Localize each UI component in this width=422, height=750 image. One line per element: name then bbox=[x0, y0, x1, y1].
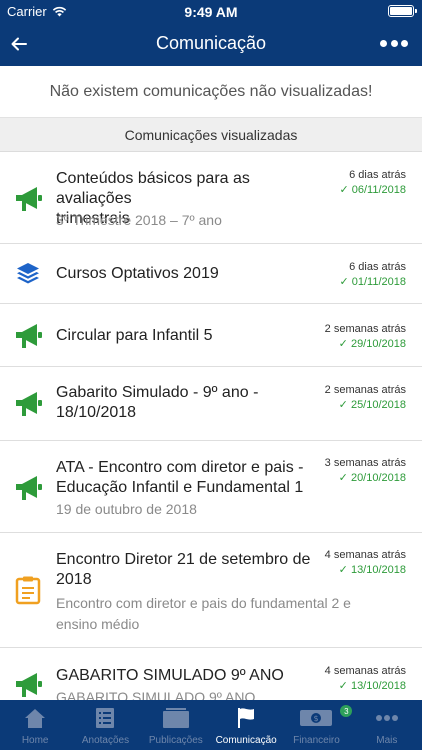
section-header: Comunicações visualizadas bbox=[0, 118, 422, 152]
list-item[interactable]: Encontro Diretor 21 de setembro de 2018 … bbox=[0, 533, 422, 648]
item-meta: 6 dias atrás ✓ 06/11/2018 bbox=[339, 168, 406, 198]
time-ago: 3 semanas atrás bbox=[324, 457, 406, 469]
list-item[interactable]: Gabarito Simulado - 9º ano - 18/10/2018 … bbox=[0, 367, 422, 441]
more-options-button[interactable] bbox=[380, 35, 408, 51]
clock: 9:49 AM bbox=[184, 4, 238, 20]
tab-label: Home bbox=[21, 735, 49, 746]
tab-label: Anotações bbox=[81, 735, 130, 746]
megaphone-icon bbox=[13, 321, 43, 351]
top-bar: Carrier 9:49 AM Comunicação bbox=[0, 0, 422, 66]
item-meta: 4 semanas atrás ✓ 13/10/2018 bbox=[325, 664, 406, 694]
item-subtitle: Encontro com diretor e pais do fundament… bbox=[56, 595, 351, 632]
tab-financeiro[interactable]: $ 3 Financeiro bbox=[281, 700, 353, 750]
dot-icon bbox=[401, 39, 408, 47]
tab-bar: Home Anotações Publicações Comunicação $… bbox=[0, 700, 422, 750]
layers-icon bbox=[13, 258, 43, 288]
time-ago: 2 semanas atrás bbox=[324, 384, 406, 396]
time-ago: 4 semanas atrás bbox=[324, 549, 406, 561]
time-ago: 6 dias atrás bbox=[349, 261, 406, 273]
item-meta: 2 semanas atrás ✓ 29/10/2018 bbox=[325, 322, 406, 352]
no-unread-message: Não existem comunicações não visualizada… bbox=[0, 66, 422, 118]
list-item[interactable]: Circular para Infantil 5 2 semanas atrás… bbox=[0, 304, 422, 367]
item-title: ATA - Encontro com diretor e pais - Educ… bbox=[56, 459, 304, 496]
item-title: Encontro Diretor 21 de setembro de 2018 bbox=[56, 551, 311, 588]
status-bar: Carrier 9:49 AM bbox=[0, 0, 422, 22]
item-title: Circular para Infantil 5 bbox=[56, 327, 213, 344]
item-subtitle: 19 de outubro de 2018 bbox=[56, 501, 197, 517]
tab-label: Comunicação bbox=[215, 735, 277, 746]
tab-comunicacao[interactable]: Comunicação bbox=[211, 700, 281, 750]
list-item[interactable]: Conteúdos básicos para as avaliações tri… bbox=[0, 152, 422, 244]
svg-text:$: $ bbox=[314, 714, 319, 723]
home-icon bbox=[25, 709, 46, 728]
money-icon: $ bbox=[300, 710, 333, 726]
item-meta: 2 semanas atrás ✓ 25/10/2018 bbox=[325, 383, 406, 413]
megaphone-icon bbox=[13, 184, 43, 214]
notes-icon bbox=[96, 708, 115, 728]
list-item[interactable]: Cursos Optativos 2019 6 dias atrás ✓ 01/… bbox=[0, 244, 422, 304]
list-item[interactable]: GABARITO SIMULADO 9º ANO GABARITO SIMULA… bbox=[0, 648, 422, 700]
megaphone-icon bbox=[13, 670, 43, 700]
read-date: ✓ 13/10/2018 bbox=[338, 564, 406, 576]
battery-icon bbox=[388, 5, 417, 17]
clipboard-icon bbox=[13, 575, 43, 605]
item-meta: 6 dias atrás ✓ 01/11/2018 bbox=[339, 260, 406, 290]
notification-badge: 3 bbox=[340, 705, 353, 717]
tab-mais[interactable]: Mais bbox=[352, 700, 422, 750]
tab-label: Publicações bbox=[148, 735, 203, 746]
page-title: Comunicação bbox=[155, 33, 267, 53]
read-date: ✓ 29/10/2018 bbox=[338, 338, 406, 350]
tab-anotacoes[interactable]: Anotações bbox=[70, 700, 140, 750]
flag-icon bbox=[238, 708, 255, 728]
tab-home[interactable]: Home bbox=[0, 700, 70, 750]
read-date: ✓ 20/10/2018 bbox=[338, 472, 406, 484]
read-date: ✓ 13/10/2018 bbox=[338, 680, 406, 692]
read-date: ✓ 01/11/2018 bbox=[339, 276, 406, 288]
item-meta: 4 semanas atrás ✓ 13/10/2018 bbox=[325, 548, 406, 578]
item-title: GABARITO SIMULADO 9º ANO bbox=[56, 667, 284, 684]
read-date: ✓ 25/10/2018 bbox=[338, 399, 406, 411]
tab-label: Financeiro bbox=[293, 735, 340, 746]
read-date: ✓ 06/11/2018 bbox=[339, 184, 406, 196]
time-ago: 6 dias atrás bbox=[349, 169, 406, 181]
dot-icon bbox=[380, 39, 387, 47]
time-ago: 2 semanas atrás bbox=[324, 323, 406, 335]
megaphone-icon bbox=[13, 473, 43, 503]
tab-label: Mais bbox=[376, 735, 398, 746]
megaphone-icon bbox=[13, 389, 43, 419]
more-icon bbox=[375, 715, 398, 721]
time-ago: 4 semanas atrás bbox=[324, 665, 406, 677]
item-meta: 3 semanas atrás ✓ 20/10/2018 bbox=[325, 456, 406, 486]
item-subtitle: 3º Trimestre 2018 – 7º ano bbox=[56, 212, 222, 228]
item-title: Gabarito Simulado - 9º ano - 18/10/2018 bbox=[56, 384, 259, 421]
item-title: Cursos Optativos 2019 bbox=[56, 265, 219, 282]
navigation-bar: Comunicação bbox=[0, 22, 422, 66]
communications-list: Conteúdos básicos para as avaliações tri… bbox=[0, 152, 422, 700]
list-item[interactable]: ATA - Encontro com diretor e pais - Educ… bbox=[0, 441, 422, 533]
publications-icon bbox=[162, 708, 189, 728]
tab-publicacoes[interactable]: Publicações bbox=[141, 700, 211, 750]
dot-icon bbox=[390, 39, 398, 47]
